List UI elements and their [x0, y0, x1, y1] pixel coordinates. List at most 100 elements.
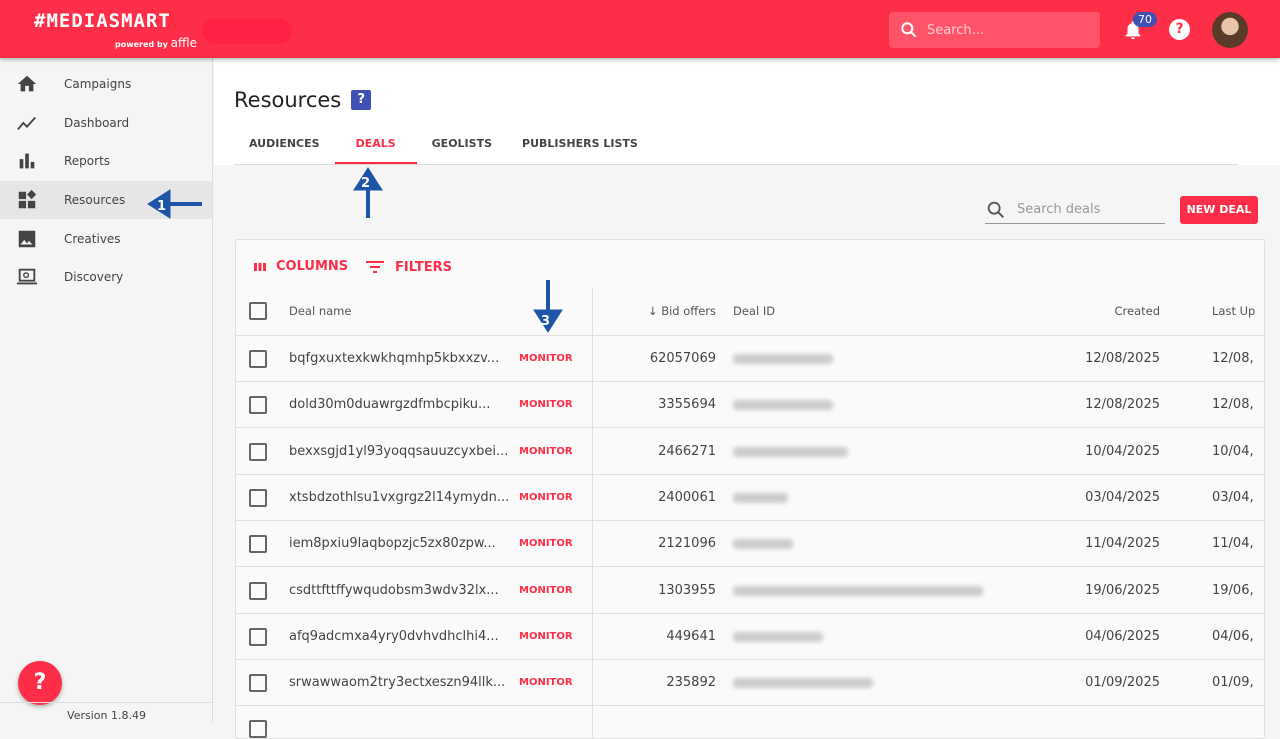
deal-id-redacted [733, 678, 873, 689]
created-date: 11/04/2025 [1085, 536, 1160, 552]
filters-button[interactable]: FILTERS [365, 259, 452, 275]
monitor-button[interactable]: MONITOR [519, 475, 573, 521]
bid-offers: 1303955 [658, 582, 716, 598]
table-row[interactable]: srwawwaom2try3ectxeszn94llk... MONITOR 2… [236, 660, 1264, 707]
row-checkbox[interactable] [249, 581, 267, 600]
sidebar-item-dashboard[interactable]: Dashboard [0, 104, 212, 143]
created-date: 10/04/2025 [1085, 443, 1160, 459]
created-date: 04/06/2025 [1085, 628, 1160, 644]
table-row[interactable]: iem8pxiu9laqbopzjc5zx80zpw... MONITOR 21… [236, 521, 1264, 568]
help-fab-button[interactable]: ? [18, 661, 62, 705]
row-checkbox[interactable] [249, 674, 267, 693]
row-checkbox[interactable] [249, 627, 267, 646]
account-pill[interactable] [202, 18, 292, 44]
bid-offers: 449641 [666, 628, 716, 644]
columns-label: COLUMNS [276, 259, 349, 274]
deal-name[interactable]: dold30m0duawrgzdfmbcpiku... [289, 382, 509, 428]
header-bid-offers[interactable]: ↓ Bid offers [596, 288, 716, 334]
table-row[interactable]: bexxsgjd1yl93yoqqsauuzcyxbei... MONITOR … [236, 429, 1264, 475]
sidebar-item-label: Reports [64, 154, 111, 169]
deal-name[interactable]: xtsbdzothlsu1vxgrgz2l14ymydn... [289, 475, 509, 521]
laptop-search-icon [16, 269, 38, 285]
monitor-button[interactable]: MONITOR [519, 336, 573, 382]
search-icon [901, 22, 917, 38]
trend-icon [17, 116, 36, 130]
bid-offers: 62057069 [649, 351, 716, 366]
columns-button[interactable]: COLUMNS [252, 259, 348, 274]
table-row[interactable]: bqfgxuxtexkwkhqmhp5kbxxzv... MONITOR 620… [236, 336, 1264, 382]
header-deal-id[interactable]: Deal ID [733, 288, 775, 334]
sidebar-item-resources[interactable]: Resources [0, 180, 212, 220]
global-search-input[interactable]: Search... [889, 12, 1100, 48]
sidebar-item-creatives[interactable]: Creatives [0, 219, 212, 258]
monitor-button[interactable]: MONITOR [519, 521, 573, 567]
row-checkbox[interactable] [249, 535, 267, 554]
sidebar-item-reports[interactable]: Reports [0, 142, 212, 181]
last-updated-date: 11/04, [1212, 536, 1254, 552]
last-updated-date: 12/08, [1212, 351, 1254, 366]
deal-id-redacted [733, 585, 983, 596]
last-updated-date: 10/04, [1212, 443, 1254, 459]
columns-icon [254, 262, 266, 271]
last-updated-date: 01/09, [1212, 675, 1254, 691]
search-deals-input[interactable]: Search deals [985, 196, 1165, 224]
sidebar: Campaigns Dashboard Reports Resources Cr… [0, 58, 213, 723]
header-created[interactable]: Created [1056, 288, 1160, 334]
monitor-button[interactable]: MONITOR [519, 382, 573, 428]
created-date: 12/08/2025 [1085, 397, 1160, 413]
top-bar: #MEDIASMART powered by affle Search... 7… [0, 0, 1280, 58]
row-checkbox[interactable] [249, 442, 267, 461]
last-updated-date: 04/06, [1212, 628, 1254, 644]
search-placeholder: Search... [927, 22, 985, 38]
tab-audiences[interactable]: AUDIENCES [234, 125, 335, 164]
new-deal-button[interactable]: NEW DEAL [1180, 196, 1258, 224]
help-book-icon[interactable]: ? [351, 90, 372, 110]
created-date: 19/06/2025 [1085, 582, 1160, 598]
created-date: 03/04/2025 [1085, 489, 1160, 505]
monitor-button[interactable]: MONITOR [519, 614, 573, 660]
tab-deals[interactable]: DEALS [334, 125, 417, 164]
last-updated-date: 12/08, [1212, 397, 1254, 413]
deal-name[interactable]: iem8pxiu9laqbopzjc5zx80zpw... [289, 521, 509, 567]
monitor-button[interactable]: MONITOR [519, 568, 573, 614]
sidebar-item-discovery[interactable]: Discovery [0, 258, 212, 297]
annotation-2: 2 [361, 176, 370, 191]
tab-publishers-lists[interactable]: PUBLISHERS LISTS [507, 125, 653, 164]
search-deals-placeholder: Search deals [1017, 202, 1101, 217]
page-header: Resources? AUDIENCES DEALS GEOLISTS PUBL… [214, 58, 1280, 165]
home-icon [17, 76, 37, 92]
sidebar-item-label: Resources [64, 193, 126, 208]
tab-bar: AUDIENCES DEALS GEOLISTS PUBLISHERS LIST… [234, 125, 1238, 165]
avatar[interactable] [1212, 12, 1248, 48]
select-all-checkbox[interactable] [249, 302, 267, 320]
help-icon[interactable]: ? [1169, 19, 1190, 40]
header-deal-name[interactable]: Deal name [289, 288, 509, 334]
row-checkbox[interactable] [249, 488, 267, 507]
row-checkbox[interactable] [249, 720, 267, 738]
sidebar-item-label: Dashboard [64, 115, 130, 130]
table-row[interactable]: afq9adcmxa4yry0dvhvdhclhi4... MONITOR 44… [236, 614, 1264, 660]
table-row[interactable]: xtsbdzothlsu1vxgrgz2l14ymydn... MONITOR … [236, 475, 1264, 521]
deal-name[interactable]: srwawwaom2try3ectxeszn94llk... [289, 660, 509, 706]
deal-name[interactable]: bqfgxuxtexkwkhqmhp5kbxxzv... [289, 336, 509, 382]
sidebar-item-campaigns[interactable]: Campaigns [0, 65, 212, 104]
last-updated-date: 03/04, [1212, 489, 1254, 505]
table-row[interactable]: dold30m0duawrgzdfmbcpiku... MONITOR 3355… [236, 382, 1264, 429]
powered-brand: affle [170, 36, 198, 50]
row-checkbox[interactable] [249, 396, 267, 415]
deal-name[interactable]: csdttfttffywqudobsm3wdv32lx... [289, 568, 509, 614]
deal-name[interactable]: bexxsgjd1yl93yoqqsauuzcyxbei... [289, 429, 509, 475]
table-header-row: Deal name ↓ Bid offers Deal ID Created L… [236, 288, 1264, 336]
monitor-button[interactable]: MONITOR [519, 429, 573, 475]
logo[interactable]: #MEDIASMART [34, 10, 171, 32]
deal-name[interactable]: afq9adcmxa4yry0dvhvdhclhi4... [289, 614, 509, 660]
powered-by-text: powered by [115, 40, 168, 49]
deal-id-redacted [733, 400, 833, 411]
table-row[interactable]: csdttfttffywqudobsm3wdv32lx... MONITOR 1… [236, 568, 1264, 614]
tab-geolists[interactable]: GEOLISTS [417, 125, 507, 164]
row-checkbox[interactable] [249, 350, 267, 368]
header-last-updated[interactable]: Last Up [1212, 288, 1255, 334]
sidebar-item-label: Campaigns [64, 77, 132, 92]
monitor-button[interactable]: MONITOR [519, 660, 573, 706]
notification-badge: 70 [1133, 12, 1157, 27]
